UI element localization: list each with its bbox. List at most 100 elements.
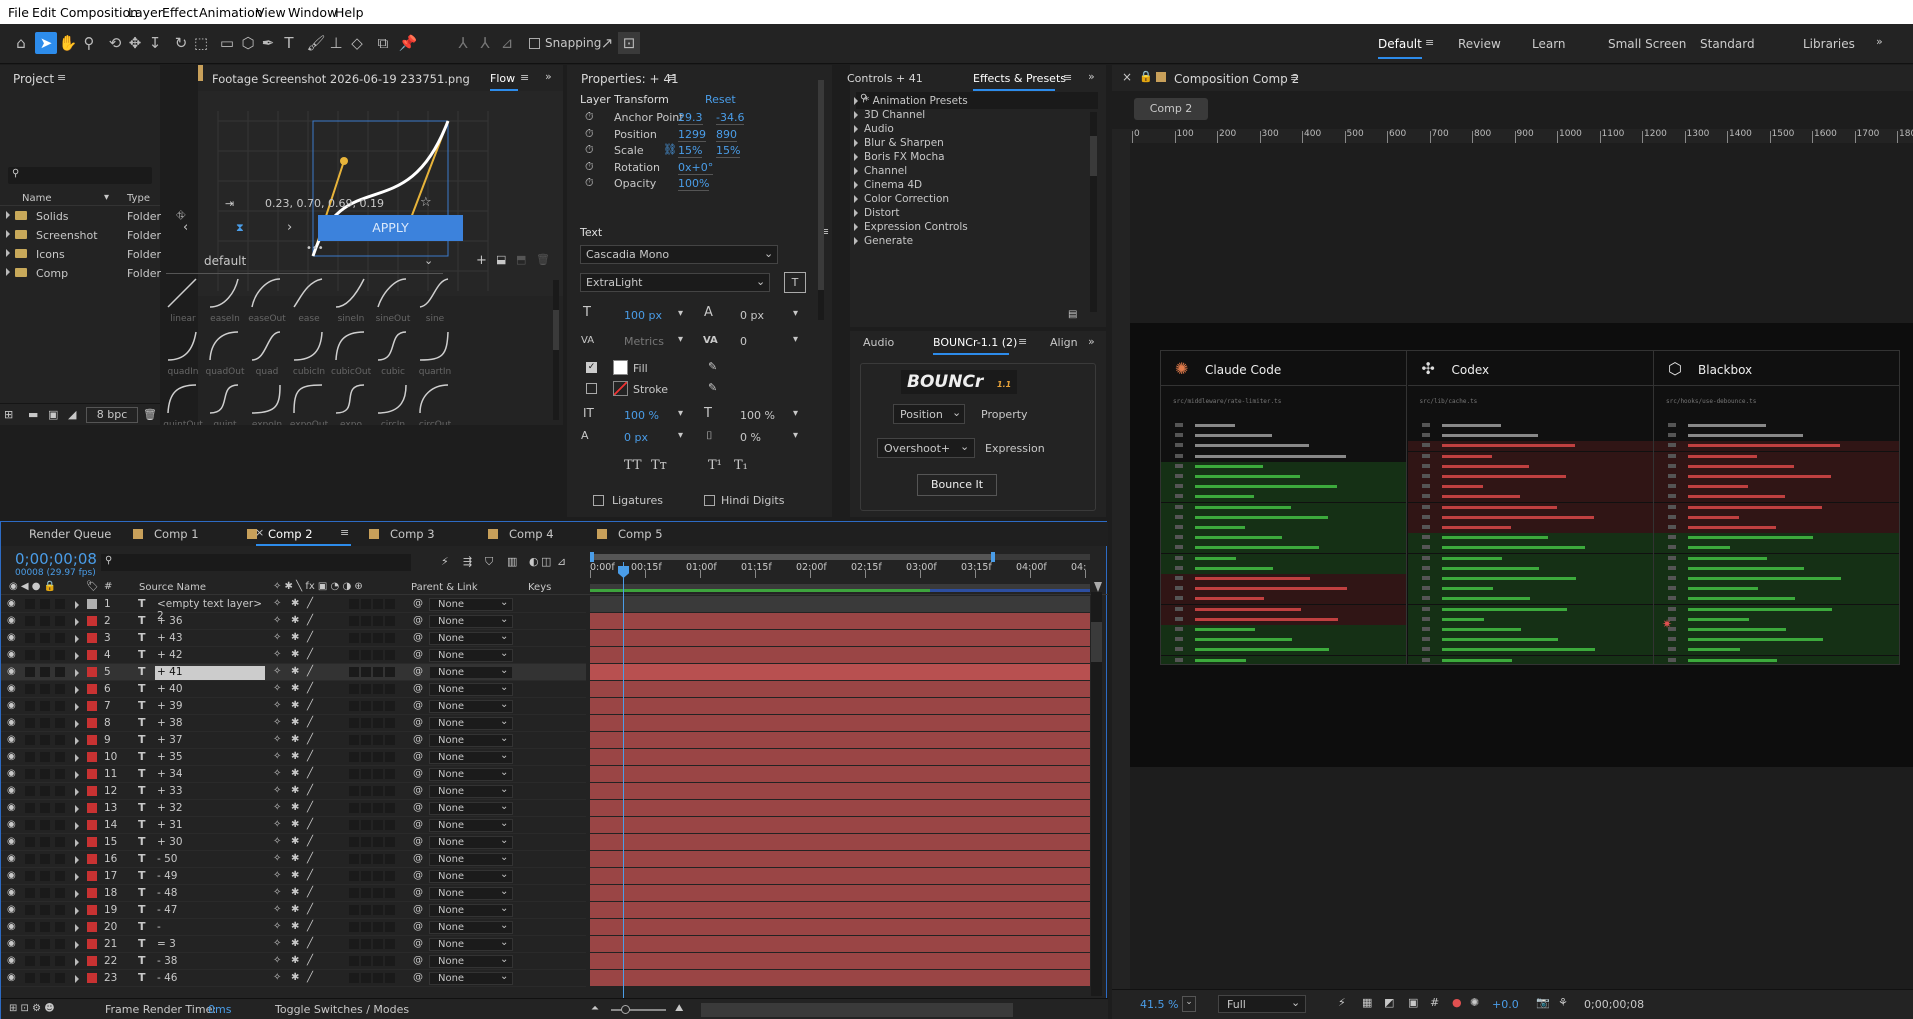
expand-triangle-icon[interactable] (75, 975, 79, 983)
solo-switch[interactable] (40, 939, 50, 949)
comp-breadcrumb[interactable]: Comp 2 (1134, 98, 1208, 120)
timeline-timecode[interactable]: 0;00;00;08 (15, 550, 97, 568)
chevron-down-icon[interactable]: ▾ (793, 334, 798, 345)
expand-triangle-icon[interactable] (6, 268, 10, 276)
menu-window[interactable]: Window (288, 5, 337, 20)
motion-blur-switch[interactable] (361, 599, 371, 609)
pickwhip-icon[interactable]: @ (413, 853, 423, 864)
layer-name[interactable]: = 3 (155, 938, 265, 952)
solo-switch[interactable] (40, 854, 50, 864)
3d-switch[interactable] (385, 599, 395, 609)
fx-switch[interactable] (349, 803, 359, 813)
timeline-scrollbar[interactable] (1091, 592, 1102, 996)
col-source-name[interactable]: Source Name (139, 582, 206, 593)
adjustment-switch[interactable] (373, 735, 383, 745)
solo-switch[interactable] (40, 616, 50, 626)
layer-duration-bar[interactable] (590, 698, 1090, 714)
solo-switch[interactable] (40, 888, 50, 898)
layer-duration-bar[interactable] (590, 868, 1090, 884)
current-timecode[interactable]: 0;00;00;08 (1584, 998, 1644, 1011)
current-time-indicator[interactable] (623, 562, 624, 1000)
layer-name[interactable]: + 35 (155, 751, 265, 765)
shy-icon[interactable]: ✧ (273, 768, 281, 779)
layer-duration-bar[interactable] (590, 970, 1090, 986)
label-color[interactable] (87, 752, 97, 762)
stroke-checkbox[interactable] (586, 383, 597, 394)
audio-switch[interactable] (25, 871, 35, 881)
project-item[interactable]: Solids Folder ⛗ (0, 207, 186, 225)
work-area-bar[interactable] (590, 584, 1090, 592)
lock-switch[interactable] (55, 888, 65, 898)
pickwhip-icon[interactable]: @ (413, 734, 423, 745)
pickwhip-icon[interactable]: @ (413, 632, 423, 643)
3d-switch[interactable] (385, 616, 395, 626)
collapse-icon[interactable]: ✱ (291, 972, 299, 983)
label-color[interactable] (87, 633, 97, 643)
menu-effect[interactable]: Effect (162, 5, 198, 20)
adjustment-switch[interactable] (373, 718, 383, 728)
parent-select[interactable]: None ⌄ (429, 971, 513, 985)
3d-switch[interactable] (385, 684, 395, 694)
solo-switch[interactable] (40, 769, 50, 779)
text-format-icon[interactable]: T (784, 272, 806, 293)
adjustment-switch[interactable] (373, 684, 383, 694)
eye-icon[interactable]: ◉ (7, 615, 16, 626)
panel-menu-icon[interactable]: ≡ (1018, 335, 1027, 348)
lock-switch[interactable] (55, 854, 65, 864)
motion-blur-icon[interactable]: ◐ (529, 555, 539, 568)
adjustment-switch[interactable] (373, 667, 383, 677)
3d-switch[interactable] (385, 939, 395, 949)
layer-duration-bar[interactable] (590, 817, 1090, 833)
adjustment-switch[interactable] (373, 837, 383, 847)
shy-icon[interactable]: ✧ (273, 972, 281, 983)
adjustment-switch[interactable] (373, 956, 383, 966)
3d-switch[interactable] (385, 650, 395, 660)
expand-panel-icon[interactable]: » (545, 70, 552, 83)
parent-select[interactable]: None ⌄ (429, 818, 513, 832)
solo-switch[interactable] (40, 820, 50, 830)
preset-expoOut[interactable]: expoOut (289, 383, 329, 425)
preset-quint[interactable]: quint (205, 383, 245, 425)
project-search-input[interactable]: ⚲ (8, 167, 152, 184)
frame-blending-icon[interactable]: ▥ (507, 555, 517, 568)
pickwhip-icon[interactable]: @ (413, 615, 423, 626)
shy-icon[interactable]: ✧ (273, 887, 281, 898)
snapshot-icon[interactable]: 📷 (1536, 996, 1550, 1009)
timeline-hscrollbar[interactable] (701, 1003, 1013, 1017)
chevron-down-icon[interactable]: ▾ (678, 408, 683, 419)
eye-icon[interactable]: ◉ (7, 819, 16, 830)
expand-triangle-icon[interactable] (75, 856, 79, 864)
shy-icon[interactable]: ✧ (273, 853, 281, 864)
audio-switch[interactable] (25, 701, 35, 711)
project-item[interactable]: Comp Folder (0, 264, 161, 282)
label-color[interactable] (87, 905, 97, 915)
toggle-switches-modes[interactable]: Toggle Switches / Modes (275, 1003, 409, 1016)
expand-triangle-icon[interactable] (75, 754, 79, 762)
layer-row[interactable]: ◉ 2 T + 36 ✧ ✱ ╱ @ None ⌄ (1, 613, 586, 630)
fx-switch[interactable] (349, 599, 359, 609)
panel-menu-icon[interactable]: ≡ (1063, 71, 1072, 84)
preset-circIn[interactable]: circIn (373, 383, 413, 425)
3d-switch[interactable] (385, 803, 395, 813)
col-keys[interactable]: Keys (528, 582, 551, 593)
layer-row[interactable]: ◉ 18 T - 48 ✧ ✱ ╱ @ None ⌄ (1, 885, 586, 902)
motion-blur-switch[interactable] (361, 871, 371, 881)
hourglass-icon[interactable]: ⧗ (236, 221, 244, 235)
transform-value-2[interactable]: 15% (716, 144, 741, 158)
fx-switch[interactable] (349, 701, 359, 711)
motion-blur-switch[interactable] (361, 939, 371, 949)
new-folder-icon[interactable]: ▬ (28, 408, 38, 421)
parent-select[interactable]: None ⌄ (429, 699, 513, 713)
interpret-icon[interactable]: ⊞ (4, 408, 13, 421)
eye-icon[interactable]: ◉ (7, 751, 16, 762)
eye-icon[interactable]: ◉ (7, 887, 16, 898)
layer-row[interactable]: ◉ 15 T + 30 ✧ ✱ ╱ @ None ⌄ (1, 834, 586, 851)
effect-category[interactable]: Generate (854, 234, 1084, 248)
sort-arrow-icon[interactable]: ▾ (104, 192, 109, 203)
motion-blur-switch[interactable] (361, 650, 371, 660)
motion-blur-switch[interactable] (361, 752, 371, 762)
preset-quintOut[interactable]: quintOut (163, 383, 203, 425)
layer-duration-bar[interactable] (590, 834, 1090, 850)
bounce-it-button[interactable]: Bounce It (917, 474, 997, 496)
motion-blur-switch[interactable] (361, 718, 371, 728)
